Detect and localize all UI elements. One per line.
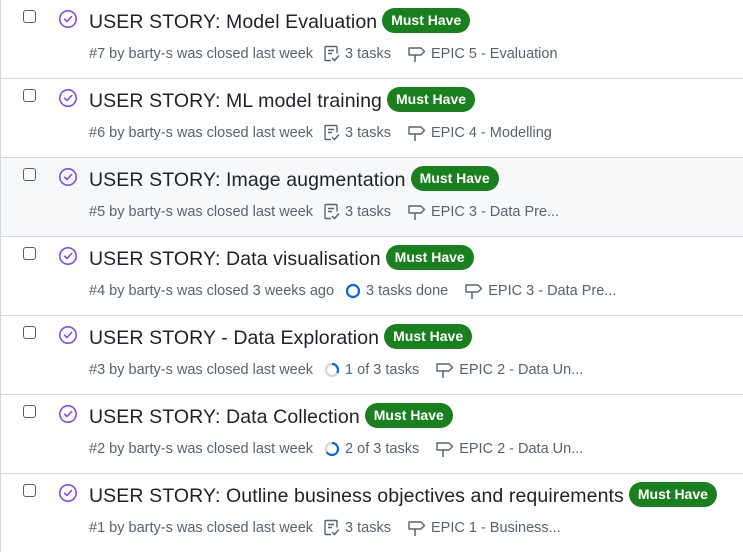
progress-circle-full-icon [345, 283, 361, 299]
issue-row[interactable]: USER STORY: Data Collection Must Have #2… [1, 395, 743, 474]
milestone-link[interactable]: EPIC 3 - Data Pre... [464, 281, 616, 301]
issue-meta-text: #1 by barty-s was closed last week [89, 520, 314, 536]
issue-title-link[interactable]: USER STORY: Data visualisation [89, 245, 381, 273]
tasks-text: 3 tasks [345, 520, 391, 536]
issue-title-link[interactable]: USER STORY: Data Collection [89, 403, 360, 431]
label-badge[interactable]: Must Have [628, 481, 717, 507]
progress-circle-two-thirds-icon [324, 441, 340, 457]
label-badge[interactable]: Must Have [387, 86, 476, 112]
tasks-text: 3 tasks [345, 125, 391, 141]
select-checkbox[interactable] [23, 326, 36, 339]
milestone-text: EPIC 5 - Evaluation [430, 46, 558, 62]
tasks-text: 3 tasks [345, 204, 391, 220]
tasks-indicator[interactable]: 3 tasks [323, 123, 391, 143]
select-checkbox[interactable] [23, 247, 36, 260]
closed-issue-icon [59, 247, 77, 265]
issue-list: USER STORY: Model Evaluation Must Have #… [0, 0, 743, 552]
issue-row[interactable]: USER STORY: Data visualisation Must Have… [1, 237, 743, 316]
closed-issue-icon [59, 326, 77, 344]
milestone-link[interactable]: EPIC 4 - Modelling [407, 123, 552, 143]
issue-row[interactable]: USER STORY: Model Evaluation Must Have #… [1, 0, 743, 79]
label-badge[interactable]: Must Have [385, 244, 474, 270]
milestone-text: EPIC 3 - Data Pre... [430, 204, 560, 220]
tasks-text: 2 of 3 tasks [345, 441, 420, 457]
issue-title-link[interactable]: USER STORY - Data Exploration [89, 324, 379, 352]
milestone-icon [408, 47, 426, 62]
milestone-icon [436, 363, 454, 378]
tasks-indicator[interactable]: 1 of 3 tasks [323, 360, 419, 380]
tasks-indicator[interactable]: 3 tasks [323, 202, 391, 222]
issue-row[interactable]: USER STORY: Image augmentation Must Have… [1, 158, 743, 237]
milestone-text: EPIC 1 - Business... [430, 520, 561, 536]
tasks-text: 3 tasks [345, 46, 391, 62]
select-checkbox[interactable] [23, 10, 36, 23]
label-badge[interactable]: Must Have [364, 402, 453, 428]
milestone-link[interactable]: EPIC 3 - Data Pre... [407, 202, 559, 222]
milestone-text: EPIC 4 - Modelling [430, 125, 552, 141]
issue-title-link[interactable]: USER STORY: ML model training [89, 87, 382, 115]
issue-meta-text: #4 by barty-s was closed 3 weeks ago [89, 283, 335, 299]
milestone-text: EPIC 2 - Data Un... [459, 441, 584, 457]
closed-issue-icon [59, 405, 77, 423]
milestone-text: EPIC 3 - Data Pre... [488, 283, 617, 299]
milestone-link[interactable]: EPIC 5 - Evaluation [407, 44, 558, 64]
issue-title-link[interactable]: USER STORY: Model Evaluation [89, 8, 377, 36]
select-checkbox[interactable] [23, 405, 36, 418]
closed-issue-icon [59, 89, 77, 107]
milestone-link[interactable]: EPIC 1 - Business... [407, 518, 561, 538]
issue-meta-text: #6 by barty-s was closed last week [89, 125, 314, 141]
issue-row[interactable]: USER STORY - Data Exploration Must Have … [1, 316, 743, 395]
milestone-icon [408, 205, 426, 220]
milestone-icon [408, 521, 426, 536]
checklist-icon [324, 203, 340, 220]
issue-title-link[interactable]: USER STORY: Outline business objectives … [89, 482, 624, 510]
tasks-text: 3 tasks done [366, 283, 449, 299]
progress-circle-third-icon [324, 362, 340, 378]
tasks-indicator[interactable]: 3 tasks done [344, 281, 448, 301]
milestone-icon [436, 442, 454, 457]
label-badge[interactable]: Must Have [382, 7, 471, 33]
checklist-icon [324, 124, 340, 141]
milestone-icon [408, 126, 426, 141]
select-checkbox[interactable] [23, 89, 36, 102]
tasks-indicator[interactable]: 3 tasks [323, 518, 391, 538]
issue-meta-text: #3 by barty-s was closed last week [89, 362, 314, 378]
closed-issue-icon [59, 168, 77, 186]
select-checkbox[interactable] [23, 168, 36, 181]
label-badge[interactable]: Must Have [410, 165, 499, 191]
milestone-link[interactable]: EPIC 2 - Data Un... [435, 360, 583, 380]
milestone-text: EPIC 2 - Data Un... [459, 362, 584, 378]
milestone-link[interactable]: EPIC 2 - Data Un... [435, 439, 583, 459]
checklist-icon [324, 45, 340, 62]
milestone-icon [465, 284, 483, 299]
label-badge[interactable]: Must Have [384, 323, 473, 349]
tasks-text: 1 of 3 tasks [345, 362, 420, 378]
issue-row[interactable]: USER STORY: Outline business objectives … [1, 474, 743, 553]
select-checkbox[interactable] [23, 484, 36, 497]
issue-meta-text: #2 by barty-s was closed last week [89, 441, 314, 457]
issue-title-link[interactable]: USER STORY: Image augmentation [89, 166, 406, 194]
closed-issue-icon [59, 10, 77, 28]
checklist-icon [324, 519, 340, 536]
issue-meta-text: #5 by barty-s was closed last week [89, 204, 314, 220]
tasks-indicator[interactable]: 2 of 3 tasks [323, 439, 419, 459]
closed-issue-icon [59, 484, 77, 502]
issue-row[interactable]: USER STORY: ML model training Must Have … [1, 79, 743, 158]
issue-meta-text: #7 by barty-s was closed last week [89, 46, 314, 62]
tasks-indicator[interactable]: 3 tasks [323, 44, 391, 64]
